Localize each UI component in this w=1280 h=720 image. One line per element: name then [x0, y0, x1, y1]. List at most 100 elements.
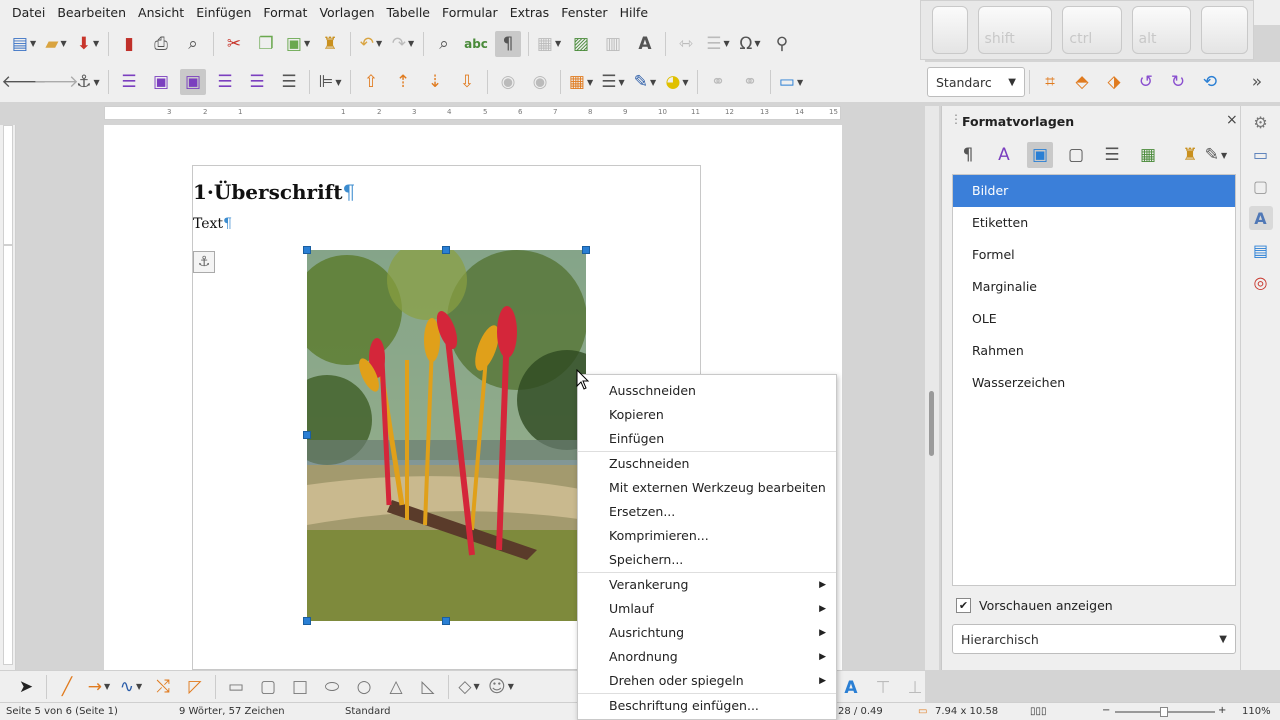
menu-item-crop[interactable]: Zuschneiden [578, 452, 836, 476]
menu-item-edit-external[interactable]: Mit externen Werkzeug bearbeiten [578, 476, 836, 500]
vertical-scrollbar[interactable] [925, 106, 939, 670]
resize-handle[interactable] [303, 431, 311, 439]
frame-properties-icon[interactable]: ▭ ▼ [778, 69, 804, 95]
styles-list[interactable]: Bilder Etiketten Formel Marginalie OLE R… [952, 174, 1236, 586]
back-one-icon[interactable]: ⇣ [422, 69, 448, 95]
menu-tabelle[interactable]: Tabelle [381, 0, 437, 25]
heading-1[interactable]: 1·Überschrift¶ [193, 180, 355, 204]
menu-einfuegen[interactable]: Einfügen [190, 0, 257, 25]
wrap-off-icon[interactable]: ☰ [116, 69, 142, 95]
wrap-optimal-icon[interactable]: ▣ [180, 69, 206, 95]
formatting-marks-icon[interactable]: ¶ [495, 30, 521, 57]
menu-ansicht[interactable]: Ansicht [132, 0, 190, 25]
menu-item-rotate-flip[interactable]: Drehen oder spiegeln ▶ [578, 669, 836, 693]
word-count[interactable]: 9 Wörter, 57 Zeichen [179, 706, 285, 717]
page-style[interactable]: Standard [345, 706, 391, 717]
style-item[interactable]: Etiketten [953, 207, 1235, 239]
line-arrow-icon[interactable]: → ▼ [86, 674, 112, 700]
menu-item-anchor[interactable]: Verankerung ▶ [578, 573, 836, 597]
page-styles-icon[interactable]: ▢ [1063, 142, 1089, 168]
properties-icon[interactable]: ▭ [1249, 142, 1273, 166]
insert-image-icon[interactable]: ▨ [568, 31, 594, 57]
menu-item-align[interactable]: Ausrichtung ▶ [578, 621, 836, 645]
keyboard-key[interactable] [1200, 6, 1248, 54]
shift-key[interactable]: shift [977, 6, 1053, 54]
zoom-slider-thumb[interactable] [1160, 707, 1168, 717]
border-style-icon[interactable]: ☰ ▼ [600, 69, 626, 95]
points-icon[interactable]: ⊥ [902, 675, 928, 701]
save-icon[interactable]: ⬇ ▼ [75, 31, 101, 57]
style-filter-select[interactable]: Hierarchisch ▼ [952, 624, 1236, 654]
new-style-icon[interactable]: ✎ ▼ [1203, 142, 1229, 168]
align-objects-icon[interactable]: ⊫ ▼ [317, 69, 343, 95]
flip-horizontal-icon[interactable]: ⬗ [1101, 69, 1127, 95]
menu-vorlagen[interactable]: Vorlagen [313, 0, 380, 25]
insert-page-break-icon[interactable]: ⇿ [673, 31, 699, 57]
polygon-icon[interactable]: ⤭ [150, 674, 176, 700]
square-icon[interactable]: □ [287, 674, 313, 700]
rotate-left-icon[interactable]: ↺ [1133, 69, 1159, 95]
open-folder-icon[interactable]: ▰ ▼ [43, 31, 69, 57]
resize-handle[interactable] [303, 246, 311, 254]
rectangle-icon[interactable]: ▭ [223, 674, 249, 700]
body-paragraph[interactable]: Text¶ [193, 216, 232, 232]
zoom-level[interactable]: 110% [1242, 706, 1271, 717]
ctrl-key[interactable]: ctrl [1062, 6, 1122, 54]
menu-item-replace[interactable]: Ersetzen... [578, 500, 836, 524]
resize-handle[interactable] [442, 617, 450, 625]
menu-fenster[interactable]: Fenster [555, 0, 613, 25]
gear-icon[interactable]: ⚙ [1249, 110, 1273, 134]
rotate-right-icon[interactable]: ↻ [1165, 69, 1191, 95]
toggle-extrusion-icon[interactable]: ⊤ [870, 675, 896, 701]
menu-bearbeiten[interactable]: Bearbeiten [51, 0, 132, 25]
hyperlink-icon[interactable]: ⚲ [769, 31, 795, 57]
style-item[interactable]: Bilder [953, 175, 1235, 207]
fill-format-icon[interactable]: ♜ [1177, 142, 1203, 168]
table-styles-icon[interactable]: ▦ [1135, 142, 1161, 168]
insert-chart-icon[interactable]: ▥ [600, 31, 626, 57]
borders-icon[interactable]: ▦ ▼ [568, 69, 594, 95]
background-color-icon[interactable]: ◕ ▼ [664, 69, 690, 95]
menu-item-copy[interactable]: Kopieren [578, 403, 836, 427]
freeform-icon[interactable]: ◸ [182, 674, 208, 700]
select-arrow-icon[interactable]: ➤ [13, 674, 39, 700]
wrap-through-icon[interactable]: ☰ [276, 69, 302, 95]
more-options-icon[interactable]: » [1244, 69, 1270, 95]
keyboard-key[interactable] [932, 6, 968, 54]
close-icon[interactable]: × [1226, 112, 1238, 128]
style-item[interactable]: Marginalie [953, 271, 1235, 303]
clone-format-icon[interactable]: ♜ [317, 31, 343, 57]
menu-format[interactable]: Format [257, 0, 313, 25]
anchor-icon[interactable]: ⚓ ▼ [75, 69, 101, 95]
insert-table-icon[interactable]: ▦ ▼ [536, 31, 562, 57]
wrap-page-icon[interactable]: ▣ [148, 69, 174, 95]
unlink-frames-icon[interactable]: ⚭ [737, 69, 763, 95]
border-color-icon[interactable]: ✎ ▼ [632, 69, 658, 95]
print-icon[interactable]: ⎙ [148, 31, 174, 57]
drag-handle-icon[interactable]: ⋮ [950, 112, 962, 126]
paragraph-styles-icon[interactable]: ¶ [955, 142, 981, 168]
zoom-in-icon[interactable]: + [1218, 705, 1226, 716]
paste-icon[interactable]: ▣ ▼ [285, 31, 311, 57]
menu-item-compress[interactable]: Komprimieren... [578, 524, 836, 548]
spellcheck-icon[interactable]: abc [463, 31, 489, 57]
page-count[interactable]: Seite 5 von 6 (Seite 1) [6, 706, 118, 717]
style-item[interactable]: Wasserzeichen [953, 367, 1235, 399]
vertical-ruler[interactable] [0, 125, 16, 670]
menu-hilfe[interactable]: Hilfe [614, 0, 654, 25]
foreground-icon[interactable]: ◉ [495, 69, 521, 95]
cut-icon[interactable]: ✂ [221, 31, 247, 57]
style-item[interactable]: Formel [953, 239, 1235, 271]
menu-item-insert-caption[interactable]: Beschriftung einfügen... [578, 694, 836, 718]
menu-datei[interactable]: Datei [6, 0, 51, 25]
styles-tab-icon[interactable]: A [1248, 206, 1273, 230]
horizontal-ruler[interactable]: 3 2 1 1 2 3 4 5 6 7 8 9 10 11 12 13 14 1… [104, 106, 841, 120]
forward-one-icon[interactable]: ⇡ [390, 69, 416, 95]
rounded-rectangle-icon[interactable]: ▢ [255, 674, 281, 700]
symbol-shapes-icon[interactable]: ☺ ▼ [488, 674, 514, 700]
zoom-out-icon[interactable]: − [1102, 705, 1110, 716]
menu-item-save[interactable]: Speichern... [578, 548, 836, 572]
flip-vertical-icon[interactable]: ⬘ [1069, 69, 1095, 95]
show-previews-checkbox[interactable]: ✔ [956, 598, 971, 613]
print-preview-icon[interactable]: ⌕ [180, 31, 206, 57]
